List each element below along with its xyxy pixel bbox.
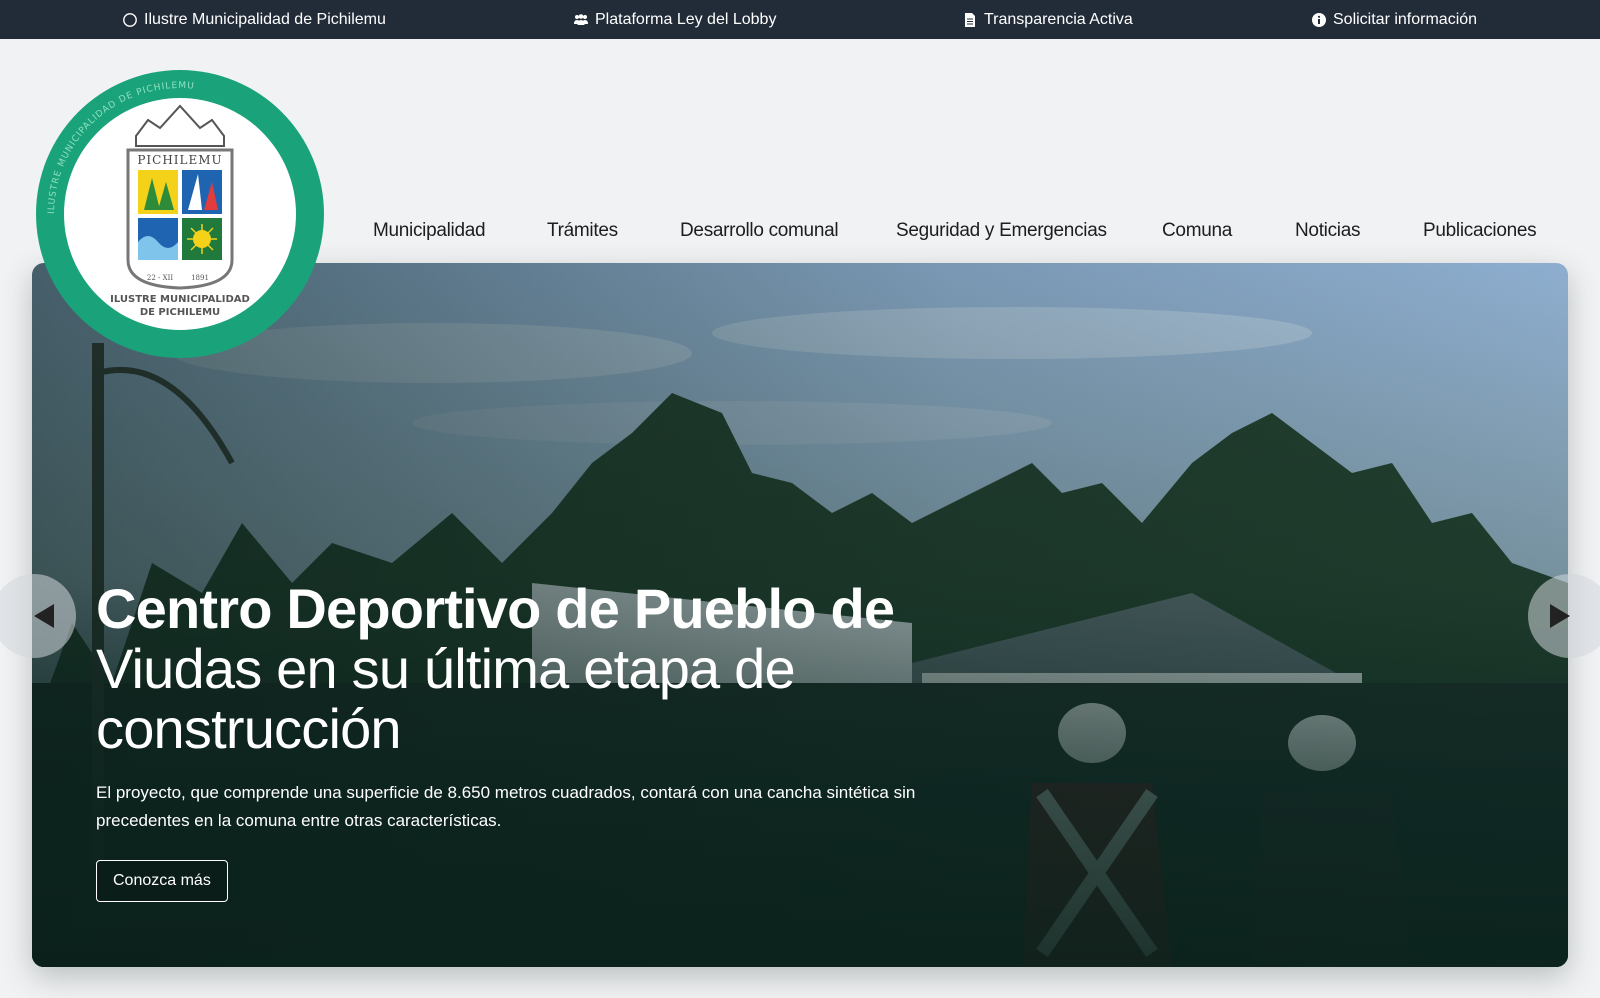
top-utility-bar: Ilustre Municipalidad de Pichilemu Plata… (0, 0, 1600, 39)
logo-caption-line2: DE PICHILEMU (140, 307, 220, 318)
logo-shield-date-right: 1891 (191, 274, 209, 282)
topbar-link-municipalidad[interactable]: Ilustre Municipalidad de Pichilemu (122, 0, 386, 39)
nav-item-municipalidad[interactable]: Municipalidad (373, 220, 486, 242)
nav-item-noticias[interactable]: Noticias (1295, 220, 1360, 242)
logo-shield-title: PICHILEMU (137, 153, 222, 167)
nav-item-desarrollo-comunal[interactable]: Desarrollo comunal (680, 220, 839, 242)
info-icon (1311, 12, 1327, 28)
nav-item-tramites[interactable]: Trámites (547, 220, 618, 242)
hero-carousel: Centro Deportivo de Pueblo de Viudas en … (32, 263, 1568, 967)
topbar-link-label: Ilustre Municipalidad de Pichilemu (144, 10, 386, 28)
hero-title: Centro Deportivo de Pueblo de Viudas en … (96, 579, 996, 759)
logo-shield-date-left: 22 - XII (147, 274, 173, 282)
nav-item-publicaciones[interactable]: Publicaciones (1423, 220, 1537, 242)
document-icon (962, 12, 978, 28)
topbar-link-label: Plataforma Ley del Lobby (595, 10, 777, 28)
topbar-link-transparencia[interactable]: Transparencia Activa (962, 0, 1133, 39)
nav-item-seguridad-emergencias[interactable]: Seguridad y Emergencias (896, 220, 1107, 242)
topbar-link-label: Transparencia Activa (984, 10, 1133, 28)
topbar-link-label: Solicitar información (1333, 10, 1478, 28)
nav-item-comuna[interactable]: Comuna (1162, 220, 1232, 242)
circle-icon (122, 12, 138, 28)
topbar-link-lobby[interactable]: Plataforma Ley del Lobby (573, 0, 776, 39)
learn-more-button[interactable]: Conozca más (96, 860, 228, 902)
hero-title-bold: Centro Deportivo de Pueblo de (96, 577, 895, 640)
logo-caption-line1: ILUSTRE MUNICIPALIDAD (110, 294, 250, 305)
hero-title-light-line1: Viudas en su última etapa de (96, 637, 796, 700)
topbar-link-solicitar[interactable]: Solicitar información (1311, 0, 1477, 39)
users-icon (573, 12, 589, 28)
municipal-logo[interactable]: ILUSTRE MUNICIPALIDAD DE PICHILEMU PICHI… (36, 70, 324, 358)
hero-caption: Centro Deportivo de Pueblo de Viudas en … (96, 579, 996, 835)
hero-title-light-line2: construcción (96, 697, 402, 760)
hero-description: El proyecto, que comprende una superfici… (96, 783, 916, 830)
